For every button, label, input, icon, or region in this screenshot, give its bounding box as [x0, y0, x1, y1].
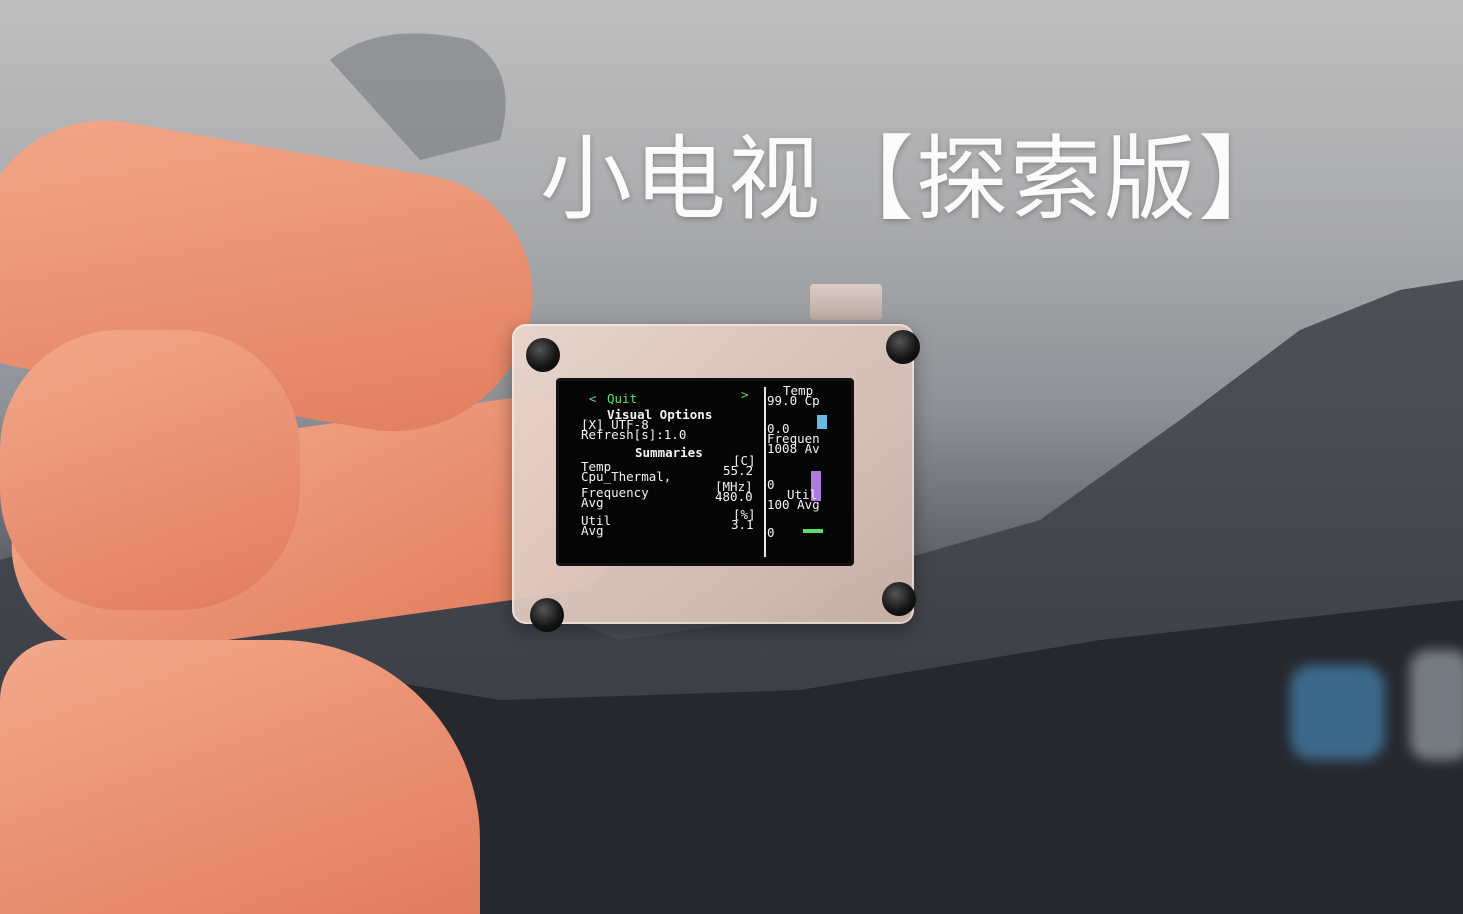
screw-bottom-left [530, 598, 564, 632]
usb-connector [810, 284, 882, 320]
freq-value: 480.0 [715, 489, 753, 504]
side-zero-3: 0 [767, 525, 775, 540]
panel-divider [764, 387, 766, 557]
refresh-option[interactable]: Refresh[s]:1.0 [581, 428, 686, 441]
temp-sensor: Cpu_Thermal, [581, 469, 672, 484]
screw-top-left [526, 338, 560, 372]
util-bar-icon [803, 529, 823, 533]
blurred-icon-blue [1290, 665, 1385, 760]
side-zero-2: 0 [767, 477, 775, 492]
screw-bottom-right [882, 582, 916, 616]
overlay-title: 小电视【探索版】 [540, 126, 1293, 233]
lcd-screen: < Quit > Visual Options [X] UTF-8 Refres… [556, 378, 854, 566]
nav-next-icon[interactable]: > [741, 388, 749, 401]
mini-tv-device: < Quit > Visual Options [X] UTF-8 Refres… [500, 284, 920, 632]
blurred-icon-white [1410, 650, 1463, 760]
freq-sub: Avg [581, 495, 604, 510]
side-util-value: 100 Avg [767, 497, 820, 512]
util-sub: Avg [581, 523, 604, 538]
nav-prev-icon[interactable]: < [589, 392, 597, 405]
temp-bar-icon [817, 415, 827, 429]
middle-finger [0, 330, 300, 610]
nav-quit-label[interactable]: Quit [607, 392, 637, 405]
side-temp-value: 99.0 Cp [767, 393, 820, 408]
screw-top-right [886, 330, 920, 364]
temp-value: 55.2 [723, 463, 754, 478]
util-value: 3.1 [731, 517, 754, 532]
summaries-heading: Summaries [635, 445, 703, 460]
side-freq-value: 1008 Av [767, 441, 820, 456]
